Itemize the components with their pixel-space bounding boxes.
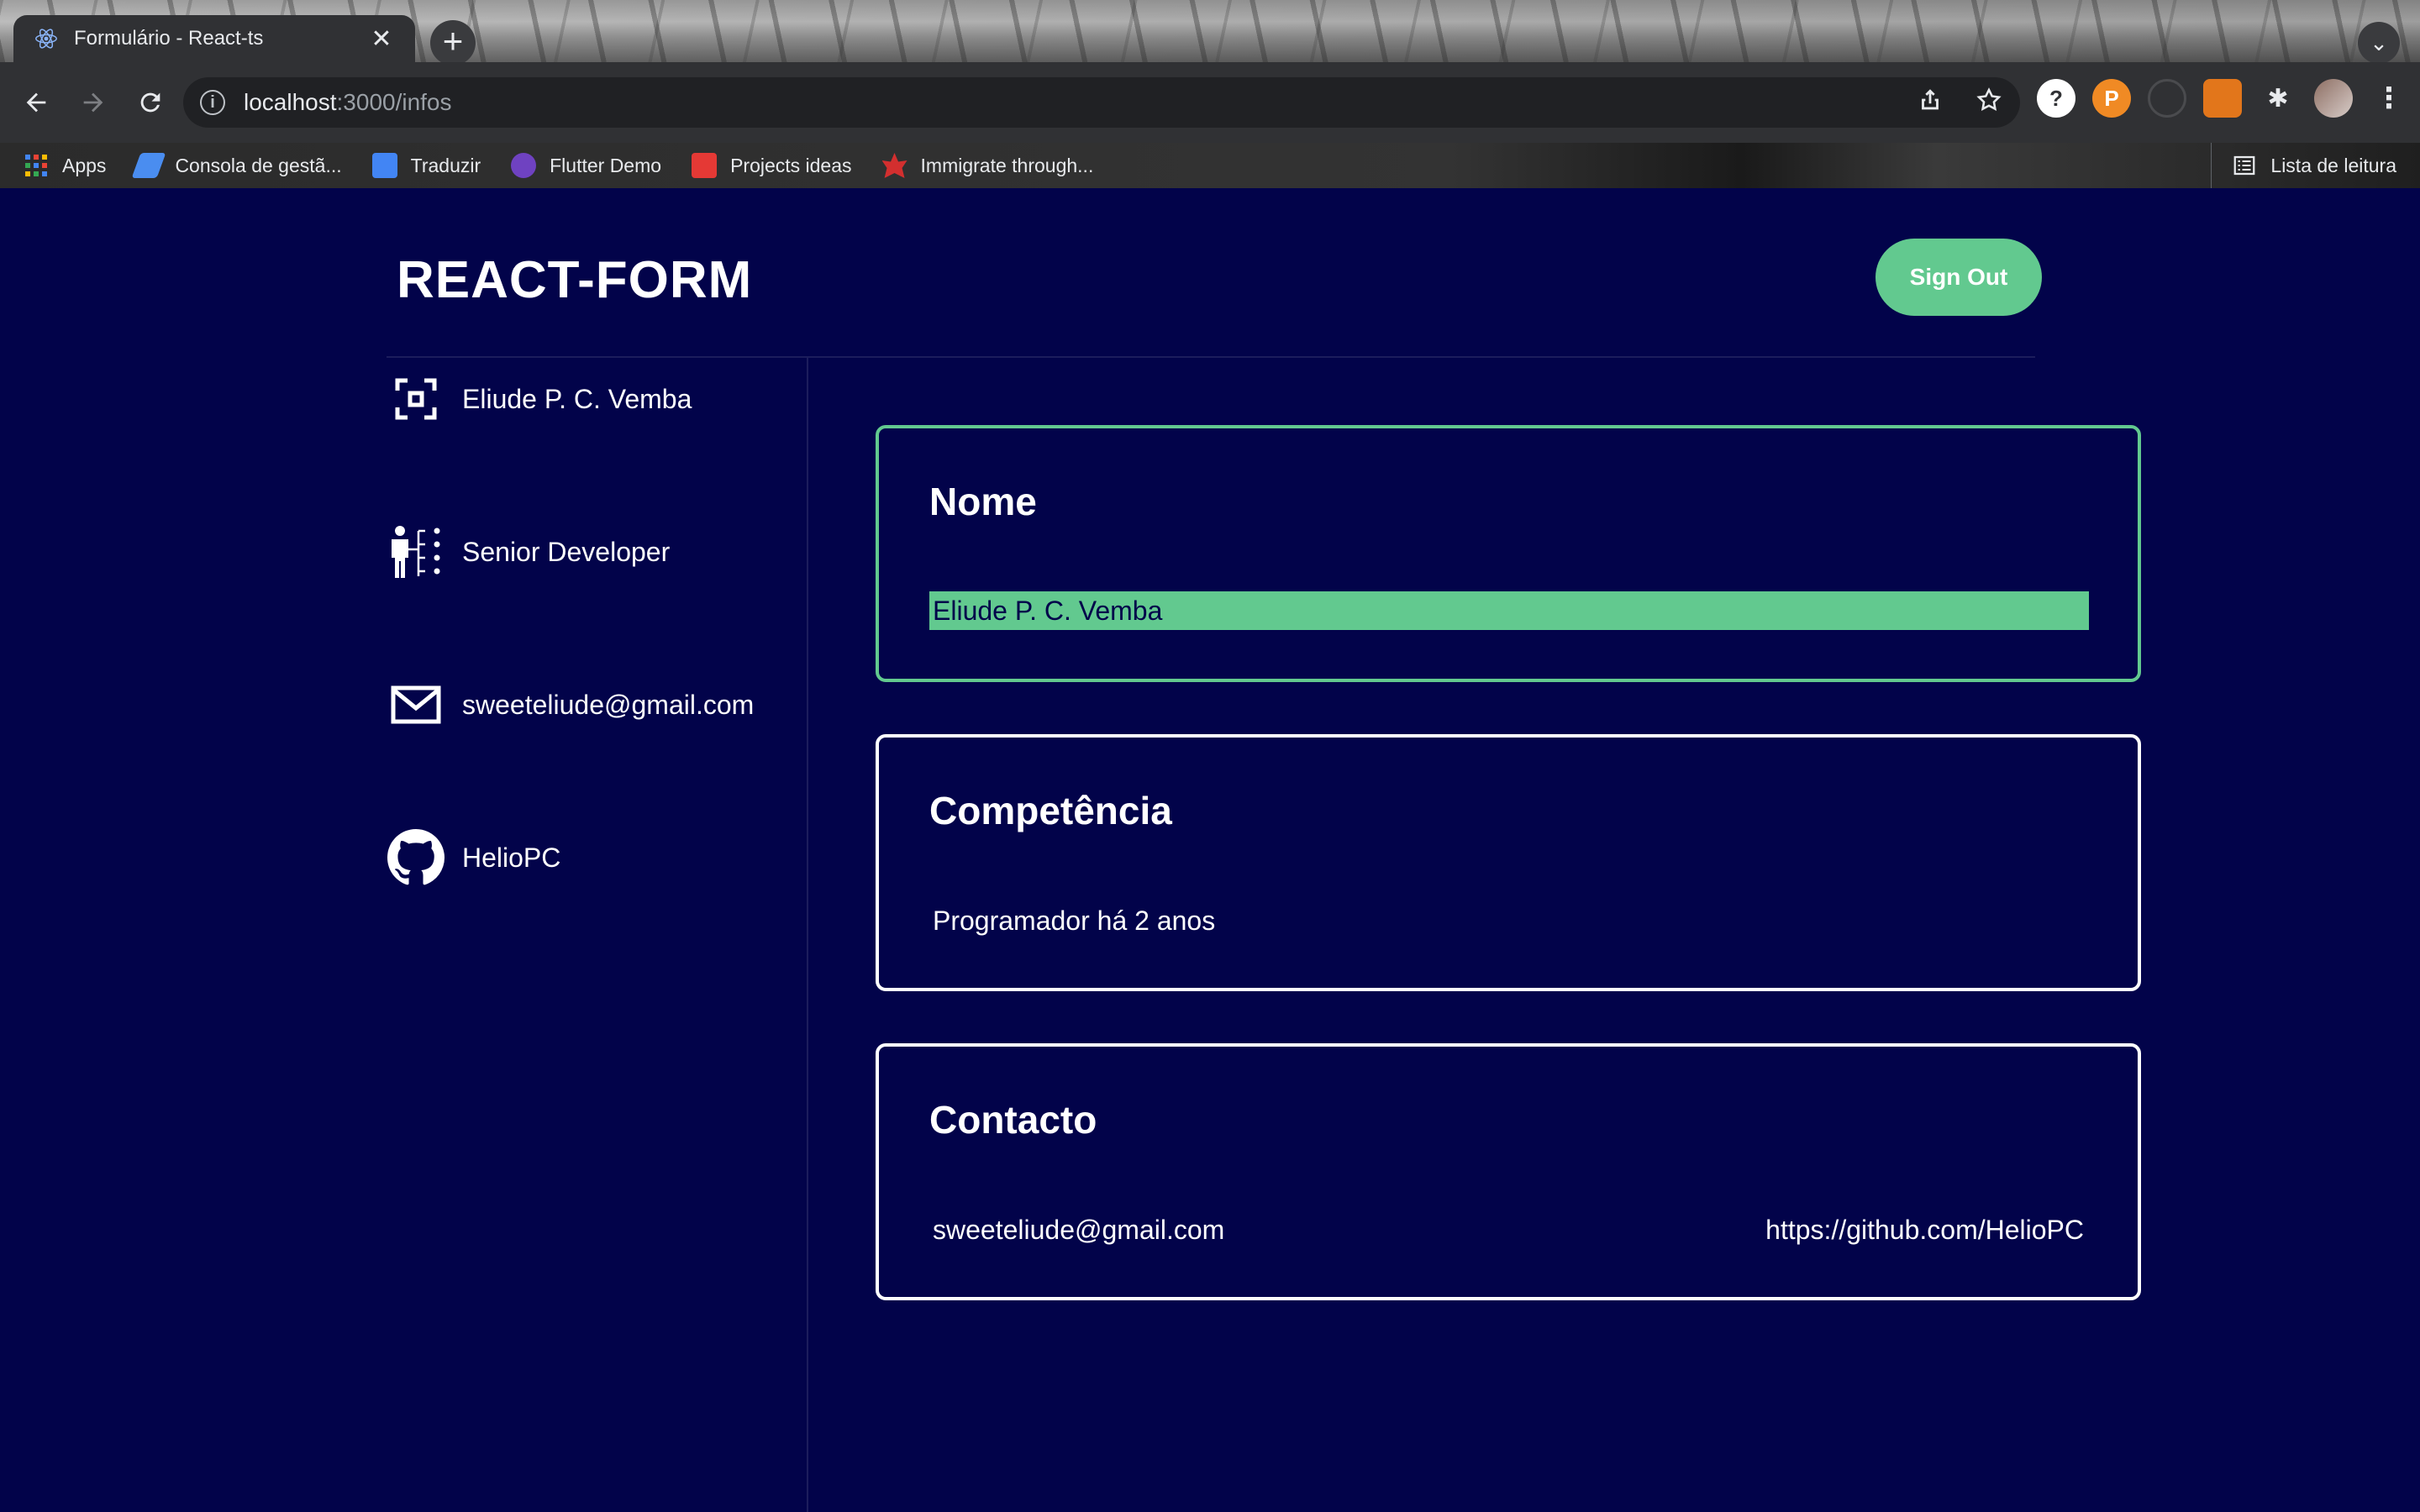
puzzle-extensions-icon[interactable]: ✱: [2259, 79, 2297, 118]
url-host: localhost: [244, 89, 337, 115]
extension-icons: ? P ✱ ⋮: [2037, 79, 2408, 118]
address-bar-actions: [1916, 86, 2003, 114]
maple-leaf-icon: [881, 153, 908, 178]
arrow-left-icon: [26, 92, 46, 113]
back-button[interactable]: [15, 81, 57, 123]
reading-list-icon: [2234, 155, 2255, 176]
sidebar-item-role: Senior Developer: [387, 522, 670, 581]
tab-close-icon[interactable]: ✕: [368, 24, 395, 54]
p-extension-icon[interactable]: P: [2092, 79, 2131, 118]
url-path: :3000/infos: [336, 89, 452, 115]
card-title-competencia: Competência: [929, 789, 1172, 832]
bookmark-apps[interactable]: Apps: [24, 153, 106, 178]
card-contacto: Contacto sweeteliude@gmail.com https://g…: [876, 1043, 2141, 1300]
flutter-icon: [511, 153, 537, 178]
reading-list-button[interactable]: Lista de leitura: [2211, 143, 2396, 188]
new-tab-button[interactable]: +: [430, 20, 476, 62]
url-text[interactable]: localhost:3000/infos: [244, 89, 452, 116]
app-page: REACT-FORM Sign Out Eliude P. C. Vemba S…: [0, 188, 2420, 1512]
help-extension-icon[interactable]: ?: [2037, 79, 2075, 118]
profile-avatar[interactable]: [2314, 79, 2353, 118]
azure-icon: [131, 153, 166, 178]
bookmark-consola[interactable]: Consola de gestã...: [131, 153, 342, 178]
tab-title: Formulário - React-ts: [74, 27, 264, 50]
card-nome: Nome: [876, 425, 2141, 682]
sidebar-label: HelioPC: [462, 842, 561, 873]
bookmark-label: Projects ideas: [730, 154, 852, 176]
circle-extension-icon[interactable]: [2148, 79, 2186, 118]
org-chart-person-icon: [387, 522, 445, 581]
card-competencia: Competência Programador há 2 anos: [876, 734, 2141, 991]
reload-icon: [140, 92, 160, 113]
site-info-icon[interactable]: i: [200, 90, 225, 115]
app-brand-title: REACT-FORM: [397, 251, 753, 309]
header-divider: [387, 356, 2035, 358]
share-icon[interactable]: [1916, 86, 1944, 114]
bookmark-label: Immigrate through...: [920, 154, 1094, 176]
sidebar-item-email: sweeteliude@gmail.com: [387, 675, 754, 734]
browser-tabstrip: Formulário - React-ts ✕ + ⌄: [0, 0, 2420, 62]
competencia-value: Programador há 2 anos: [933, 906, 1216, 936]
bookmark-flutter[interactable]: Flutter Demo: [511, 153, 661, 178]
forward-button[interactable]: [72, 81, 114, 123]
kebab-menu-icon[interactable]: ⋮: [2370, 79, 2408, 118]
github-icon: [387, 828, 445, 887]
bookmark-label: Traduzir: [410, 154, 481, 176]
browser-tab-active[interactable]: Formulário - React-ts ✕: [13, 15, 415, 62]
react-favicon-icon: [35, 29, 57, 49]
bookmark-star-icon[interactable]: [1975, 86, 2003, 114]
reading-list-label: Lista de leitura: [2270, 154, 2396, 176]
bookmark-label: Consola de gestã...: [175, 154, 342, 176]
card-title-nome: Nome: [929, 480, 1037, 523]
sign-out-button[interactable]: Sign Out: [1876, 239, 2042, 316]
sidebar-divider: [807, 358, 808, 1512]
mail-icon: [387, 675, 445, 734]
contacto-email: sweeteliude@gmail.com: [933, 1215, 1225, 1245]
bookmark-traduzir[interactable]: Traduzir: [371, 153, 481, 178]
metamask-fox-icon[interactable]: [2203, 79, 2242, 118]
bookmark-label: Flutter Demo: [550, 154, 662, 176]
bookmark-immigrate[interactable]: Immigrate through...: [881, 153, 1094, 178]
reload-button[interactable]: [129, 81, 171, 123]
tab-search-button[interactable]: ⌄: [2358, 22, 2400, 62]
sidebar-label: Senior Developer: [462, 536, 671, 567]
projects-icon: [692, 153, 718, 178]
sidebar-item-github: HelioPC: [387, 828, 560, 887]
face-scan-icon: [387, 370, 445, 428]
bookmarks-bar: Apps Consola de gestã... Traduzir Flutte…: [0, 143, 2420, 188]
apps-grid-icon: [25, 155, 47, 176]
arrow-right-icon: [83, 92, 103, 113]
address-bar[interactable]: i localhost:3000/infos: [183, 77, 2020, 128]
sidebar-item-name: Eliude P. C. Vemba: [387, 370, 692, 428]
nome-input[interactable]: [929, 591, 2089, 630]
card-title-contacto: Contacto: [929, 1098, 1097, 1142]
sidebar-label: Eliude P. C. Vemba: [462, 383, 692, 414]
contacto-github-link[interactable]: https://github.com/HelioPC: [1765, 1215, 2084, 1246]
bookmark-label: Apps: [62, 154, 107, 176]
translate-icon: [371, 153, 397, 178]
sidebar-label: sweeteliude@gmail.com: [462, 689, 755, 720]
bookmark-projects[interactable]: Projects ideas: [692, 153, 852, 178]
